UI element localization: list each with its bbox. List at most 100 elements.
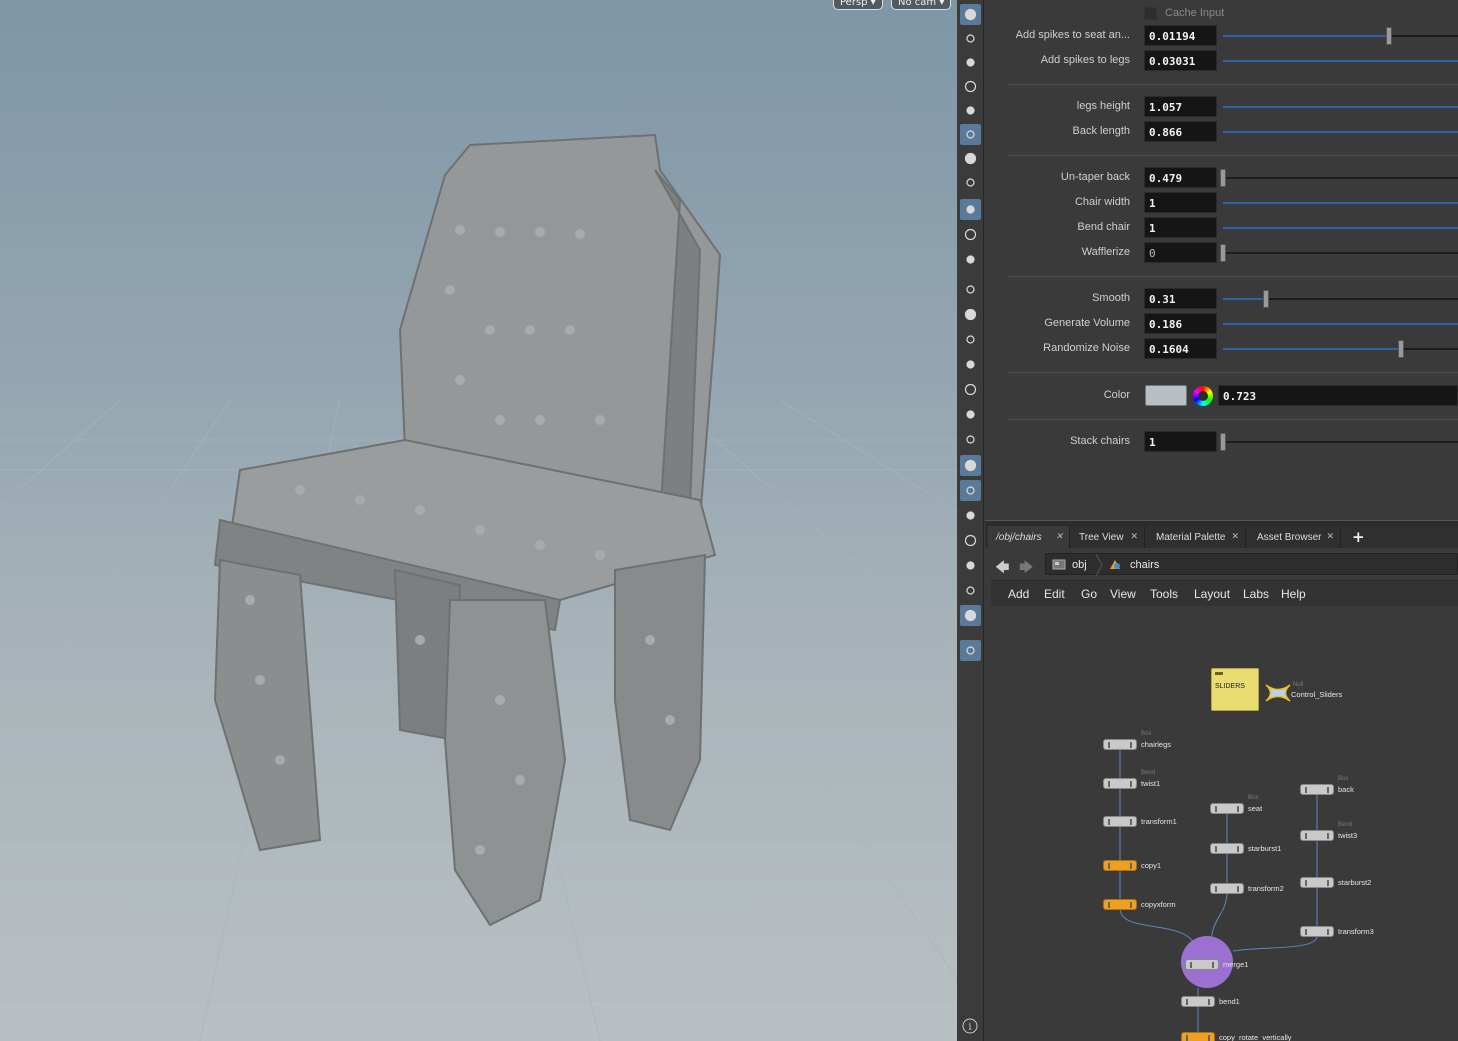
camera-menu[interactable]: Persp ▾ <box>833 0 883 10</box>
point-numbers-icon[interactable] <box>960 354 981 375</box>
node-body[interactable] <box>1300 830 1334 841</box>
cache-input-checkbox[interactable] <box>1144 7 1157 20</box>
color-wheel-icon[interactable] <box>1193 386 1213 406</box>
param-slider[interactable] <box>1223 202 1458 204</box>
tab-asset-browser[interactable]: Asset Browser ✕ <box>1249 526 1341 548</box>
menu-edit[interactable]: Edit <box>1044 587 1065 601</box>
tab-material-palette[interactable]: Material Palette ✕ <box>1148 526 1246 548</box>
menu-go[interactable]: Go <box>1081 587 1097 601</box>
prim-numbers-icon[interactable] <box>960 404 981 425</box>
slider-handle[interactable] <box>1397 340 1404 358</box>
wireframe-icon[interactable] <box>960 455 981 476</box>
close-icon[interactable]: ✕ <box>1130 531 1138 542</box>
node-body[interactable] <box>1210 843 1244 854</box>
param-value-field[interactable]: 0.479 <box>1144 167 1217 188</box>
node-body[interactable] <box>1181 996 1215 1007</box>
param-value-field[interactable]: 0.1604 <box>1144 338 1217 359</box>
back-arrow-icon[interactable]: 🡄 <box>995 557 1009 581</box>
node-body[interactable] <box>1300 926 1334 937</box>
brush-icon[interactable] <box>960 304 981 325</box>
menu-tools[interactable]: Tools <box>1150 587 1178 601</box>
slider-handle[interactable] <box>1220 244 1226 262</box>
slider-handle[interactable] <box>1385 27 1392 45</box>
param-slider[interactable] <box>1223 441 1458 443</box>
tab-obj-chairs[interactable]: /obj/chairs ✕ <box>988 526 1070 548</box>
slider-handle[interactable] <box>1263 290 1270 308</box>
null-node-icon[interactable] <box>1263 682 1293 704</box>
close-icon[interactable]: ✕ <box>1231 531 1239 542</box>
camera-icon[interactable] <box>960 249 981 270</box>
menu-view[interactable]: View <box>1110 587 1136 601</box>
color-swatch[interactable] <box>1145 385 1187 406</box>
display-options-icon[interactable] <box>960 4 981 25</box>
param-value-field[interactable]: 1 <box>1144 192 1217 213</box>
param-slider[interactable] <box>1223 131 1458 133</box>
param-slider[interactable] <box>1223 227 1458 229</box>
ghost-icon[interactable] <box>960 76 981 97</box>
param-slider[interactable] <box>1223 298 1458 300</box>
node-body[interactable] <box>1103 778 1137 789</box>
info-icon[interactable]: i <box>960 1016 980 1036</box>
close-icon[interactable]: ✕ <box>1055 531 1063 542</box>
param-value-field[interactable]: 0.866 <box>1144 121 1217 142</box>
render-view-icon[interactable] <box>960 199 981 220</box>
visualize-icon[interactable] <box>960 224 981 245</box>
param-value-field[interactable]: 1 <box>1144 431 1217 452</box>
node-body[interactable] <box>1300 784 1334 795</box>
forward-arrow-icon[interactable]: 🡆 <box>1019 557 1033 581</box>
menu-help[interactable]: Help <box>1281 587 1306 601</box>
lock-icon[interactable] <box>960 52 981 73</box>
node-body[interactable] <box>1300 877 1334 888</box>
param-slider[interactable] <box>1223 323 1458 325</box>
light-bulb-icon[interactable] <box>960 148 981 169</box>
checker-icon[interactable] <box>960 480 981 501</box>
param-slider[interactable] <box>1223 252 1458 254</box>
node-body[interactable] <box>1181 1032 1215 1041</box>
param-slider[interactable] <box>1223 35 1458 37</box>
slider-handle[interactable] <box>1220 433 1226 451</box>
cam-menu[interactable]: No cam ▾ <box>891 0 952 10</box>
close-icon[interactable]: ✕ <box>1326 531 1334 542</box>
shading-icon[interactable] <box>960 100 981 121</box>
node-body[interactable] <box>1185 959 1219 970</box>
param-value-field[interactable]: 0.31 <box>1144 288 1217 309</box>
param-value-field[interactable]: 0 <box>1144 242 1217 263</box>
normals-icon[interactable] <box>960 429 981 450</box>
add-tab-button[interactable]: + <box>1352 528 1365 546</box>
skull-icon[interactable] <box>960 172 981 193</box>
tab-tree-view[interactable]: Tree View ✕ <box>1071 526 1145 548</box>
lighting-icon[interactable] <box>960 124 981 145</box>
background-icon[interactable] <box>960 580 981 601</box>
fill-icon[interactable] <box>960 379 981 400</box>
param-slider[interactable] <box>1223 348 1458 350</box>
network-canvas[interactable]: SLIDERS Null Control_Sliders Box chairleg… <box>991 606 1458 1041</box>
image-icon[interactable] <box>960 605 981 626</box>
node-body[interactable] <box>1103 739 1137 750</box>
node-body[interactable] <box>1103 899 1137 910</box>
node-body[interactable] <box>1210 803 1244 814</box>
uv-icon[interactable] <box>960 530 981 551</box>
pin-location-icon[interactable] <box>960 640 981 661</box>
menu-labs[interactable]: Labs <box>1243 587 1269 601</box>
node-body[interactable] <box>1103 816 1137 827</box>
handle-icon[interactable] <box>960 555 981 576</box>
scene-viewport[interactable]: Persp ▾ No cam ▾ <box>0 0 957 1041</box>
param-slider[interactable] <box>1223 60 1458 62</box>
crumb-obj[interactable]: obj <box>1072 559 1087 571</box>
param-value-field[interactable]: 0.186 <box>1144 313 1217 334</box>
pin-icon[interactable] <box>960 329 981 350</box>
param-value-field[interactable]: 1.057 <box>1144 96 1217 117</box>
sliders-sticky-note[interactable]: SLIDERS <box>1211 668 1259 711</box>
snapshot-icon[interactable] <box>960 28 981 49</box>
menu-layout[interactable]: Layout <box>1194 587 1230 601</box>
param-slider[interactable] <box>1223 106 1458 108</box>
param-value-field[interactable]: 1 <box>1144 217 1217 238</box>
point-icon[interactable] <box>960 279 981 300</box>
param-value-field[interactable]: 0.03031 <box>1144 50 1217 71</box>
param-slider[interactable] <box>1223 177 1458 179</box>
slider-handle[interactable] <box>1220 169 1226 187</box>
param-value-field[interactable]: 0.01194 <box>1144 25 1217 46</box>
color-value-field[interactable]: 0.723 <box>1218 385 1458 406</box>
geometry-icon[interactable] <box>960 505 981 526</box>
menu-add[interactable]: Add <box>1008 587 1029 601</box>
